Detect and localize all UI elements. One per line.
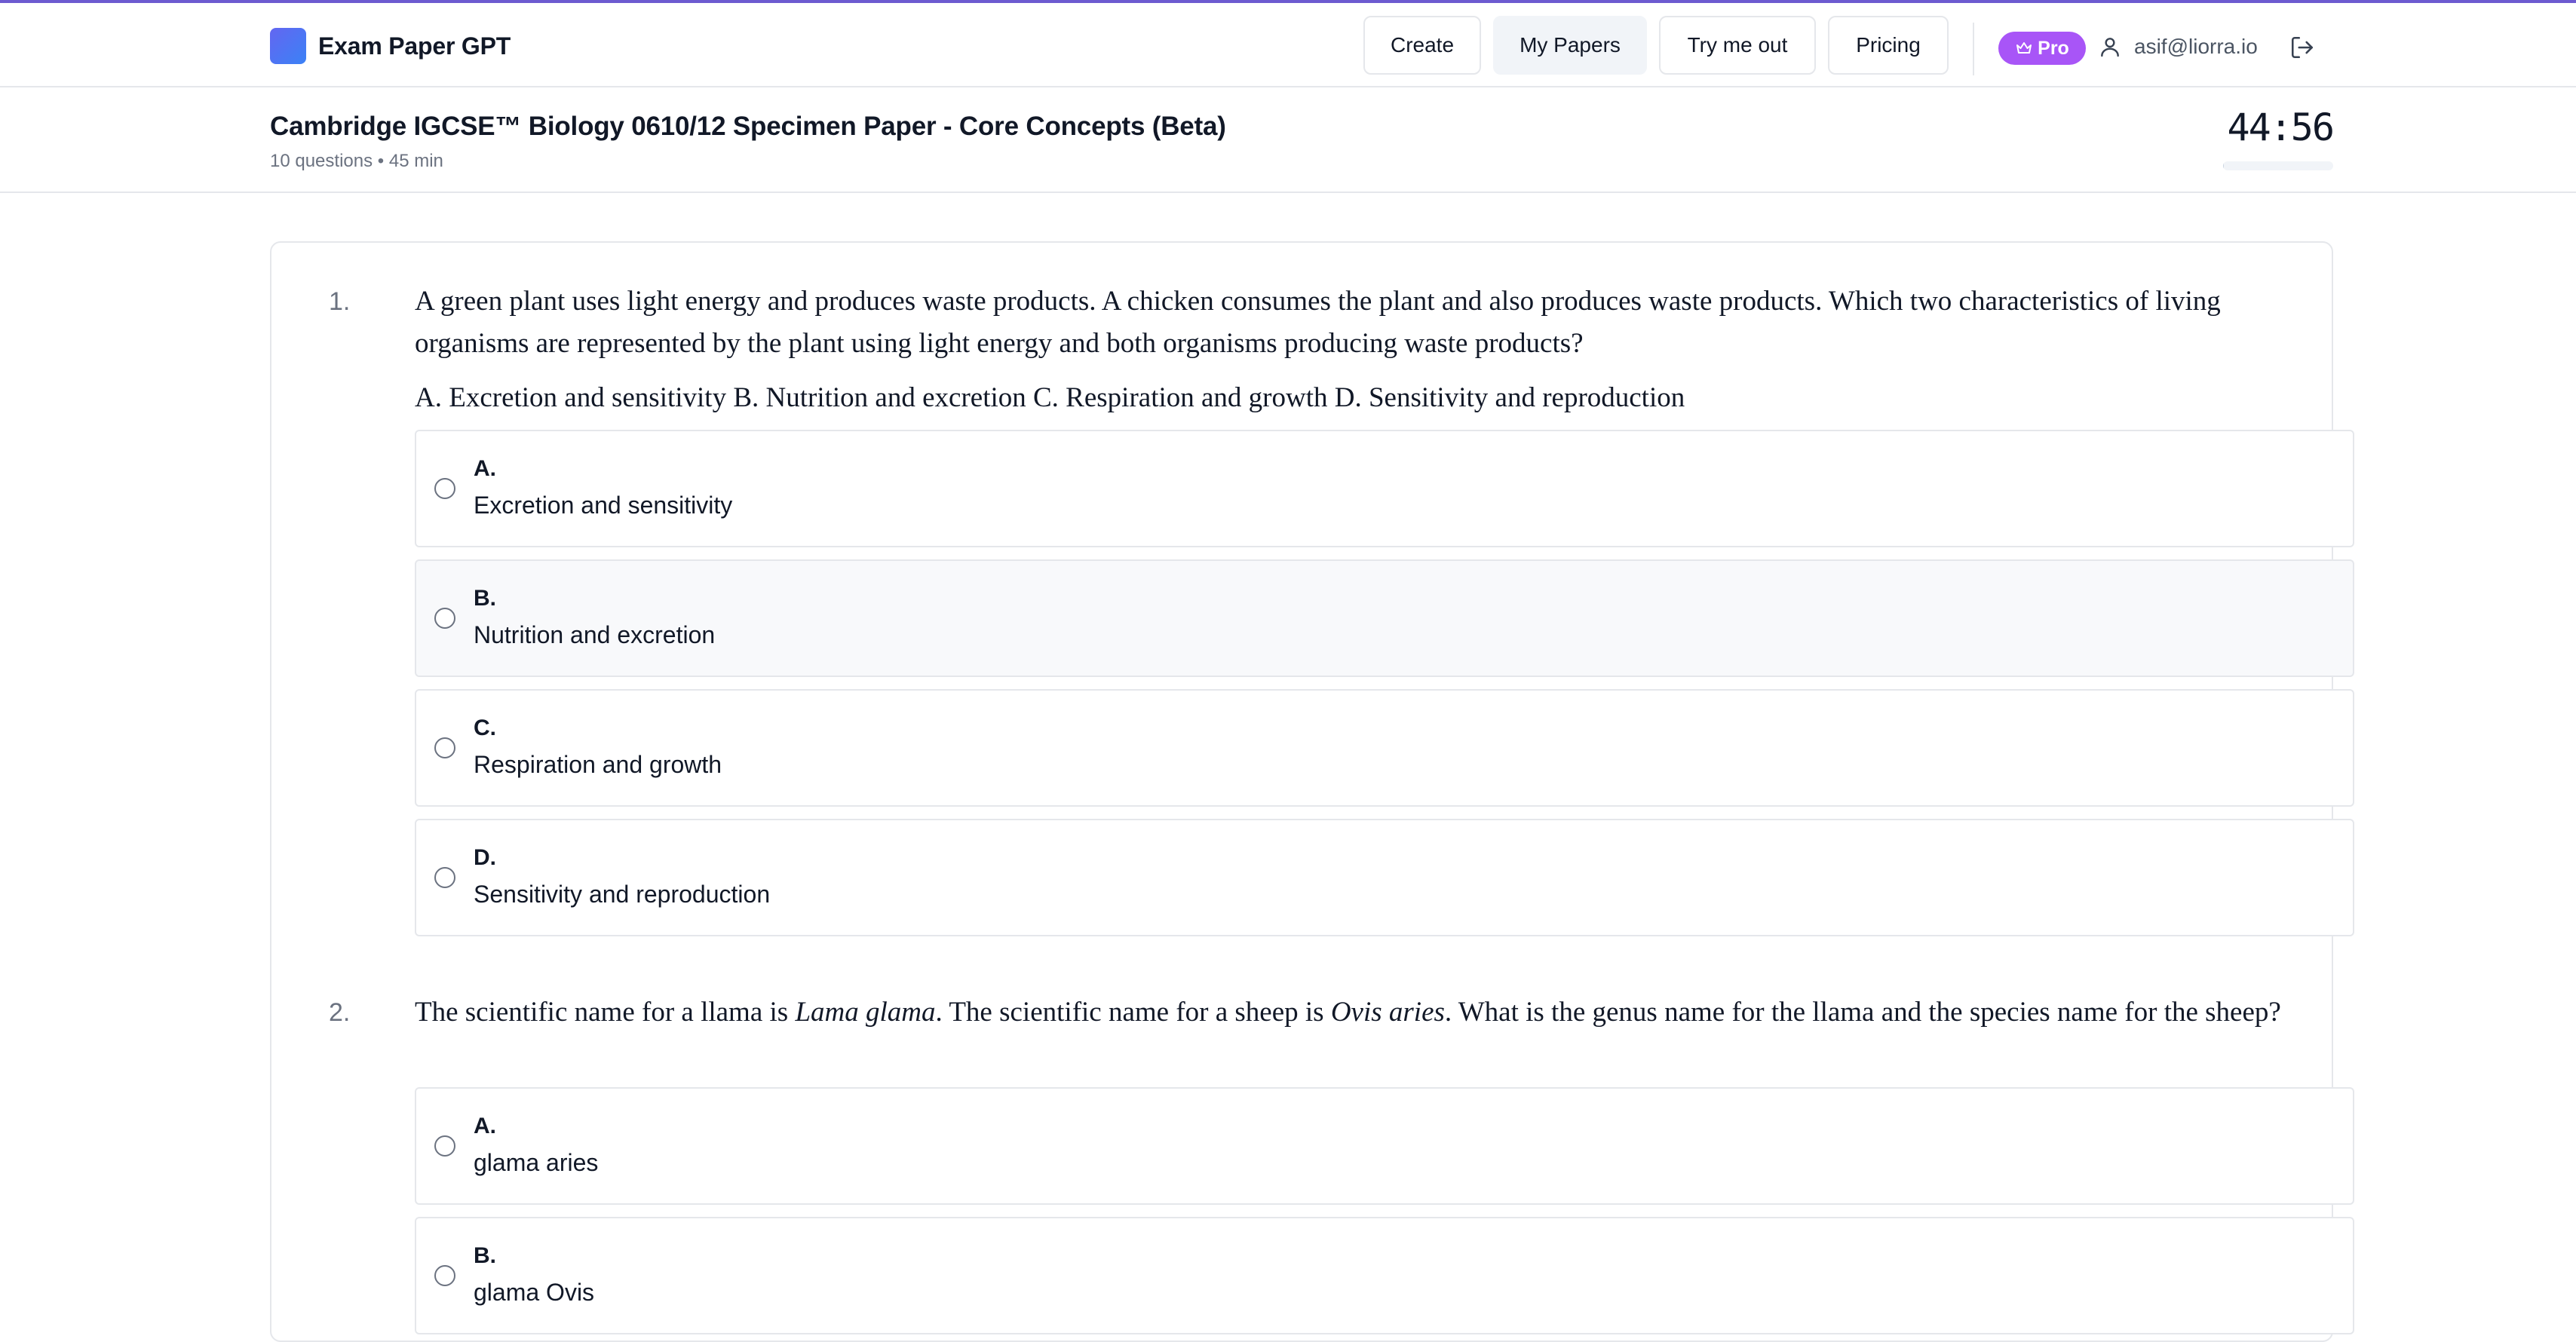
timer-progress-track — [2223, 161, 2333, 170]
option-text: Sensitivity and reproduction — [474, 881, 771, 908]
option-b[interactable]: B. glama Ovis — [415, 1217, 2354, 1334]
option-letter: B. — [474, 586, 496, 611]
user-email: asif@liorra.io — [2134, 35, 2258, 58]
radio-button[interactable] — [434, 1135, 455, 1157]
radio-button[interactable] — [434, 478, 455, 499]
question-text-part: The scientific name for a llama is — [415, 997, 796, 1028]
question-number: 2. — [329, 998, 351, 1027]
question-number: 1. — [329, 287, 351, 316]
brand-logo-icon — [270, 28, 306, 64]
question-text-part: . What is the genus name for the llama a… — [1444, 997, 2281, 1028]
radio-button[interactable] — [434, 608, 455, 629]
radio-button[interactable] — [434, 1265, 455, 1286]
pro-badge-label: Pro — [2038, 37, 2069, 59]
option-a[interactable]: A. Excretion and sensitivity — [415, 430, 2354, 547]
brand[interactable]: Exam Paper GPT — [270, 27, 511, 65]
option-letter: A. — [474, 1114, 496, 1138]
option-letter: A. — [474, 456, 496, 481]
question-inline-options: A. Excretion and sensitivity B. Nutritio… — [415, 382, 1685, 413]
logout-icon[interactable] — [2289, 35, 2315, 60]
paper-header: Cambridge IGCSE™ Biology 0610/12 Specime… — [0, 89, 2576, 193]
create-button[interactable]: Create — [1363, 16, 1481, 75]
top-nav: Exam Paper GPT Create My Papers Try me o… — [0, 3, 2576, 87]
crown-icon — [2016, 42, 2032, 54]
timer-progress-fill — [2223, 161, 2225, 170]
radio-button[interactable] — [434, 867, 455, 888]
my-papers-button[interactable]: My Papers — [1493, 16, 1647, 75]
nav-divider — [1973, 23, 1974, 75]
radio-button[interactable] — [434, 737, 455, 758]
option-letter: D. — [474, 845, 496, 870]
option-text: Nutrition and excretion — [474, 621, 716, 648]
pricing-button[interactable]: Pricing — [1828, 16, 1949, 75]
option-b[interactable]: B. Nutrition and excretion — [415, 559, 2354, 677]
option-text: glama aries — [474, 1149, 599, 1176]
pro-badge: Pro — [1998, 32, 2086, 65]
questions-card: 1. A green plant uses light energy and p… — [270, 241, 2354, 1342]
option-letter: C. — [474, 715, 496, 740]
question-text-part: . The scientific name for a sheep is — [935, 997, 1331, 1028]
paper-title: Cambridge IGCSE™ Biology 0610/12 Specime… — [270, 112, 1226, 141]
option-a[interactable]: A. glama aries — [415, 1087, 2354, 1205]
user-icon — [2101, 38, 2119, 57]
question-text: A green plant uses light energy and prod… — [415, 286, 2221, 359]
option-c[interactable]: C. Respiration and growth — [415, 689, 2354, 807]
scientific-name: Lama glama — [795, 997, 936, 1028]
option-letter: B. — [474, 1243, 496, 1268]
brand-name: Exam Paper GPT — [318, 32, 511, 60]
countdown-timer: 44:56 — [2227, 106, 2335, 149]
option-d[interactable]: D. Sensitivity and reproduction — [415, 819, 2354, 936]
option-text: Excretion and sensitivity — [474, 492, 733, 519]
option-text: Respiration and growth — [474, 751, 722, 778]
paper-meta: 10 questions • 45 min — [270, 151, 443, 171]
try-me-out-button[interactable]: Try me out — [1659, 16, 1816, 75]
scientific-name: Ovis aries — [1330, 997, 1445, 1028]
question-text: The scientific name for a llama is Lama … — [415, 991, 2285, 1034]
option-text: glama Ovis — [474, 1279, 595, 1306]
